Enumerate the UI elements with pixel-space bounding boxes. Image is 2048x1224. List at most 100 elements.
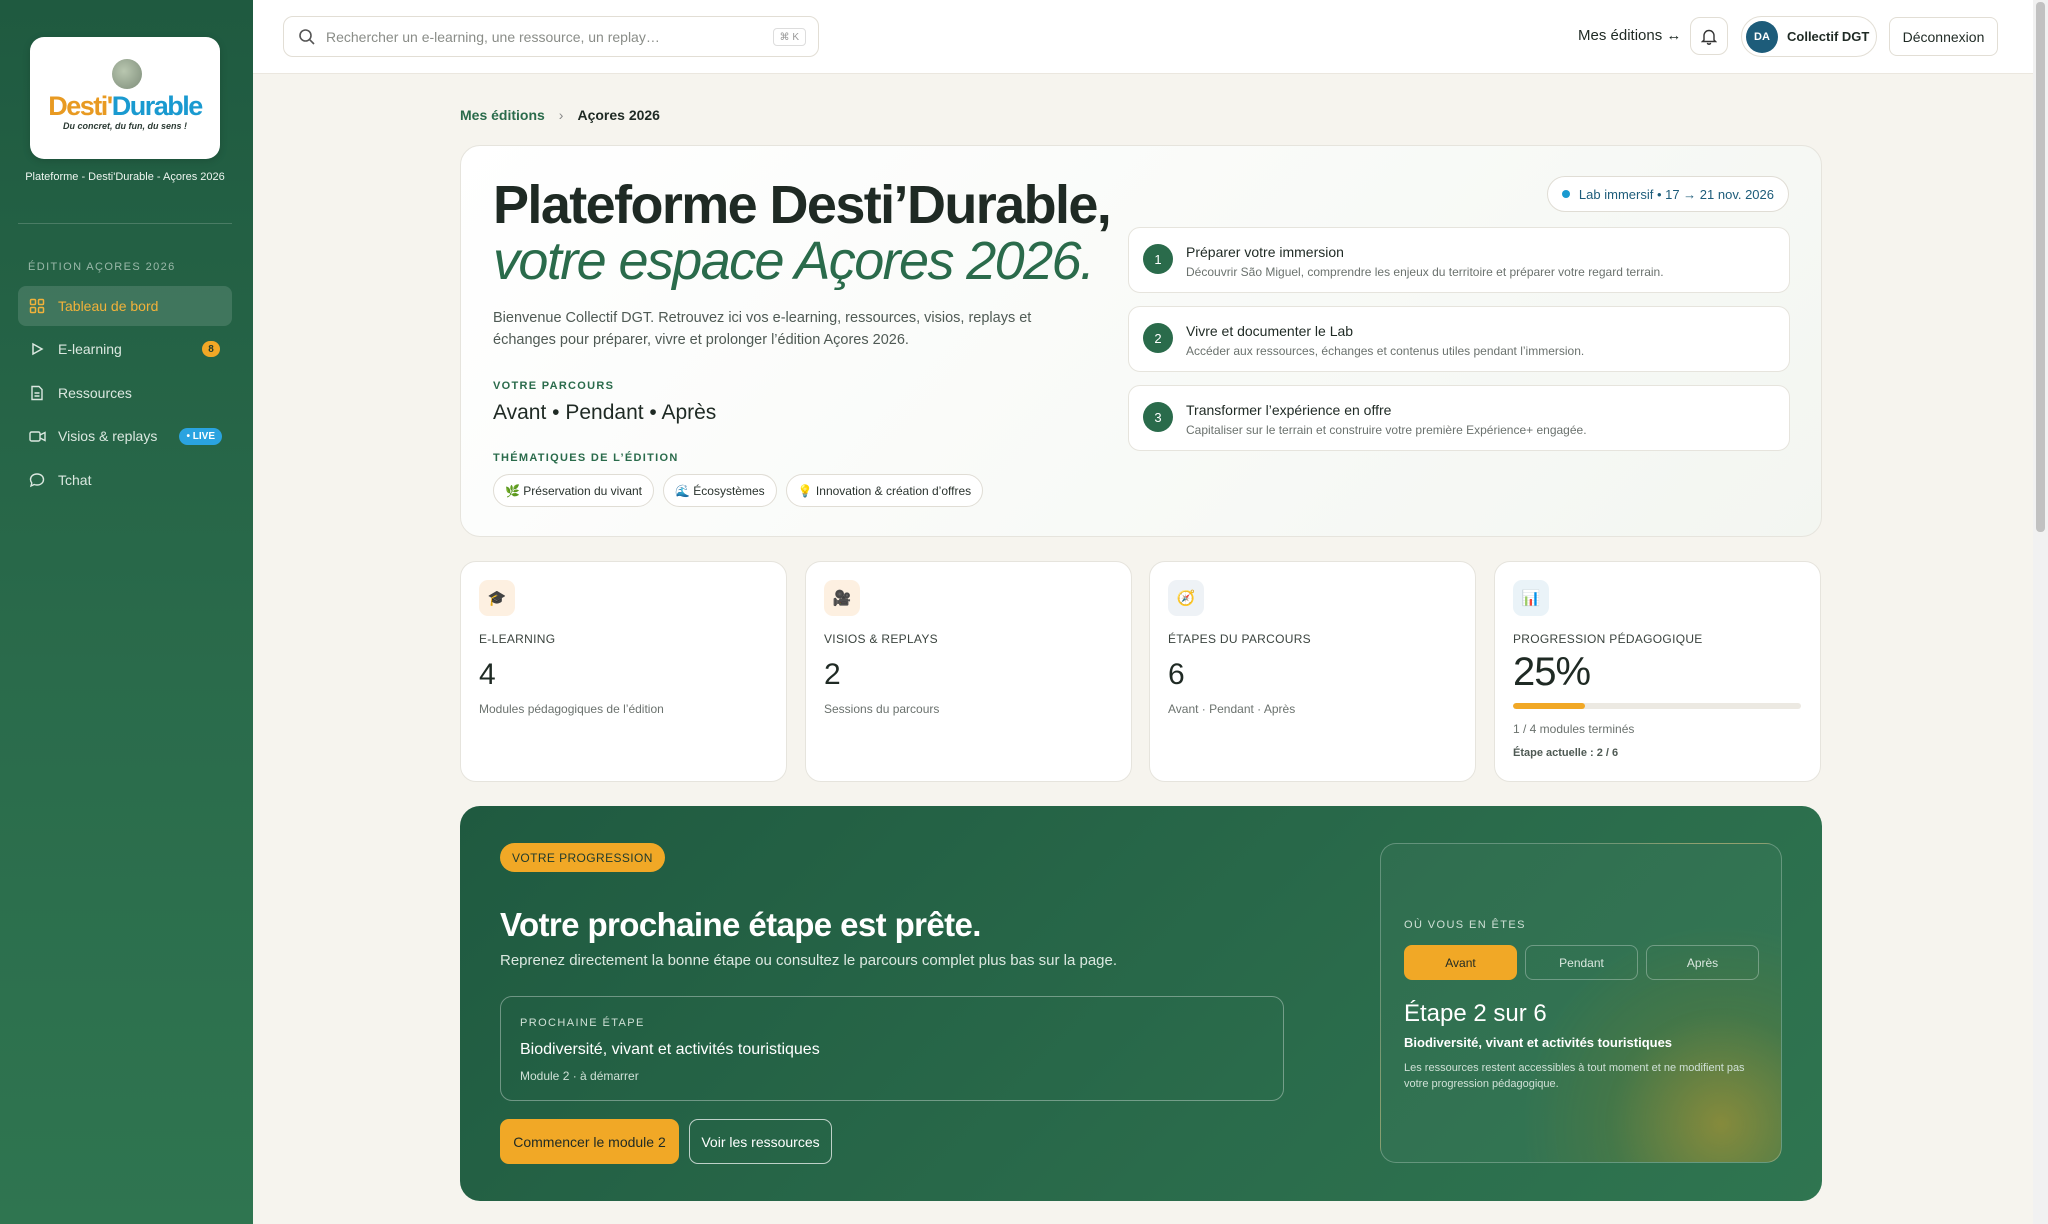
lab-dates-text: Lab immersif • 17 → 21 nov. 2026 <box>1578 186 1774 202</box>
progress-pill: VOTRE PROGRESSION <box>500 843 665 872</box>
panel-subtitle: Reprenez directement la bonne étape ou c… <box>500 952 1118 969</box>
stat-label: VISIOS & REPLAYS <box>824 632 938 646</box>
stat-description: Modules pédagogiques de l’édition <box>479 702 664 716</box>
next-step-label: PROCHAINE ÉTAPE <box>520 1017 645 1029</box>
theme-tag[interactable]: 🌿 Préservation du vivant <box>493 474 655 507</box>
chevron-right-icon: › <box>558 107 564 123</box>
camera-icon: 🎥 <box>824 580 860 616</box>
theme-tags: 🌿 Préservation du vivant 🌊 Écosystèmes 💡… <box>493 474 984 507</box>
step-description: Découvrir São Miguel, comprendre les enj… <box>1186 265 1664 279</box>
notifications-button[interactable] <box>1690 17 1728 55</box>
stat-card-visios[interactable]: 🎥 VISIOS & REPLAYS 2 Sessions du parcour… <box>805 561 1132 782</box>
where-you-are-card: OÙ VOUS EN ÊTES Avant Pendant Après Étap… <box>1380 843 1782 1163</box>
progress-current-step: Étape actuelle : 2 / 6 <box>1513 747 1619 759</box>
step-number: 1 <box>1143 244 1173 274</box>
platform-caption: Plateforme - Desti'Durable - Açores 2026 <box>25 171 225 183</box>
theme-tag[interactable]: 🌊 Écosystèmes <box>663 474 777 507</box>
stat-label: E-LEARNING <box>479 632 556 646</box>
hero-card: Plateforme Desti’Durable, votre espace A… <box>460 145 1822 537</box>
logo[interactable]: Desti'Durable Du concret, du fun, du sen… <box>30 37 220 159</box>
keyboard-shortcut: ⌘ K <box>772 28 806 46</box>
sidebar-item-label: Ressources <box>58 385 132 401</box>
step-title: Transformer l’expérience en offre <box>1186 402 1392 418</box>
stat-value: 4 <box>479 658 496 691</box>
stat-value: 25% <box>1513 650 1591 694</box>
view-resources-button[interactable]: Voir les ressources <box>689 1119 832 1164</box>
sidebar-item-elearning[interactable]: E-learning 8 <box>18 329 232 369</box>
progress-bar-fill <box>1513 703 1585 709</box>
sidebar-divider <box>18 223 232 224</box>
sidebar-item-resources[interactable]: Ressources <box>18 373 232 413</box>
sidebar-item-chat[interactable]: Tchat <box>18 460 232 500</box>
step-number: 2 <box>1143 323 1173 353</box>
chat-icon <box>28 471 46 489</box>
stat-label: ÉTAPES DU PARCOURS <box>1168 632 1311 646</box>
next-step-title: Biodiversité, vivant et activités touris… <box>520 1041 820 1058</box>
hero-title: Plateforme Desti’Durable, <box>493 175 1112 235</box>
step-title: Vivre et documenter le Lab <box>1186 323 1354 339</box>
next-step-meta: Module 2 · à démarrer <box>520 1069 639 1083</box>
document-icon <box>28 384 46 402</box>
journey-step-card[interactable]: 3 Transformer l’expérience en offre Capi… <box>1128 385 1790 451</box>
current-step-topic: Biodiversité, vivant et activités touris… <box>1404 1035 1673 1050</box>
breadcrumb: Mes éditions › Açores 2026 <box>460 107 660 123</box>
graduation-cap-icon: 🎓 <box>479 580 515 616</box>
stat-card-progress[interactable]: 📊 PROGRESSION PÉDAGOGIQUE 25% 1 / 4 modu… <box>1494 561 1821 782</box>
current-step-text: Étape 2 sur 6 <box>1404 1000 1547 1027</box>
chart-icon: 📊 <box>1513 580 1549 616</box>
journey-step-card[interactable]: 2 Vivre et documenter le Lab Accéder aux… <box>1128 306 1790 372</box>
editions-switcher[interactable]: Mes éditions ↔ <box>1578 27 1681 44</box>
themes-label: THÉMATIQUES DE L’ÉDITION <box>493 452 679 464</box>
avatar: DA <box>1746 20 1778 53</box>
globe-icon <box>112 59 142 89</box>
next-step-card[interactable]: PROCHAINE ÉTAPE Biodiversité, vivant et … <box>500 996 1284 1101</box>
tab-pendant[interactable]: Pendant <box>1525 945 1638 980</box>
tab-avant[interactable]: Avant <box>1404 945 1517 980</box>
tab-apres[interactable]: Après <box>1646 945 1759 980</box>
dashboard-icon <box>28 297 46 315</box>
stat-label: PROGRESSION PÉDAGOGIQUE <box>1513 632 1703 646</box>
stat-card-steps[interactable]: 🧭 ÉTAPES DU PARCOURS 6 Avant · Pendant ·… <box>1149 561 1476 782</box>
current-step-note: Les ressources restent accessibles à tou… <box>1404 1062 1745 1090</box>
parcours-phases: Avant • Pendant • Après <box>493 401 717 424</box>
search-bar[interactable]: ⌘ K <box>283 16 819 57</box>
sidebar-item-label: Tableau de bord <box>58 298 159 314</box>
logo-tagline: Du concret, du fun, du sens ! <box>62 121 187 131</box>
stat-card-elearning[interactable]: 🎓 E-LEARNING 4 Modules pédagogiques de l… <box>460 561 787 782</box>
video-icon <box>28 427 46 445</box>
progress-modules: 1 / 4 modules terminés <box>1513 722 1635 736</box>
sidebar-item-label: Tchat <box>58 472 92 488</box>
stat-value: 2 <box>824 658 841 691</box>
sidebar-item-visios[interactable]: Visios & replays • LIVE <box>18 416 232 456</box>
stat-description: Sessions du parcours <box>824 702 940 716</box>
hero-title-accent: votre espace Açores 2026. <box>493 231 1095 291</box>
count-badge: 8 <box>202 341 220 357</box>
logout-button[interactable]: Déconnexion <box>1889 17 1998 56</box>
panel-title: Votre prochaine étape est prête. <box>500 906 981 943</box>
status-dot-icon <box>1561 190 1570 198</box>
breadcrumb-link-editions[interactable]: Mes éditions <box>460 107 545 123</box>
sidebar-item-label: E-learning <box>58 341 122 357</box>
topbar: ⌘ K Mes éditions ↔ DA Collectif DGT Déco… <box>253 0 2048 74</box>
sidebar-item-dashboard[interactable]: Tableau de bord <box>18 286 232 326</box>
step-description: Capitaliser sur le terrain et construire… <box>1186 423 1587 437</box>
parcours-label: VOTRE PARCOURS <box>493 380 615 392</box>
phase-tabs: Avant Pendant Après <box>1404 945 1759 980</box>
live-badge: • LIVE <box>179 428 222 445</box>
where-label: OÙ VOUS EN ÊTES <box>1404 919 1526 931</box>
compass-icon: 🧭 <box>1168 580 1204 616</box>
logo-wordmark: Desti'Durable <box>48 91 203 121</box>
sidebar-section-title: ÉDITION AÇORES 2026 <box>28 261 176 273</box>
step-title: Préparer votre immersion <box>1186 244 1344 260</box>
search-input[interactable] <box>326 28 746 45</box>
progress-panel: VOTRE PROGRESSION Votre prochaine étape … <box>460 806 1822 1201</box>
stat-description: Avant · Pendant · Après <box>1168 702 1296 716</box>
start-module-button[interactable]: Commencer le module 2 <box>500 1119 679 1164</box>
theme-tag[interactable]: 💡 Innovation & création d’offres <box>785 474 984 507</box>
journey-step-card[interactable]: 1 Préparer votre immersion Découvrir São… <box>1128 227 1790 293</box>
hero-intro: Bienvenue Collectif DGT. Retrouvez ici v… <box>493 310 1032 348</box>
user-menu[interactable]: DA Collectif DGT <box>1741 16 1877 57</box>
progress-bar <box>1513 703 1801 709</box>
bell-icon <box>1701 29 1717 45</box>
scrollbar-thumb[interactable] <box>2036 2 2045 532</box>
